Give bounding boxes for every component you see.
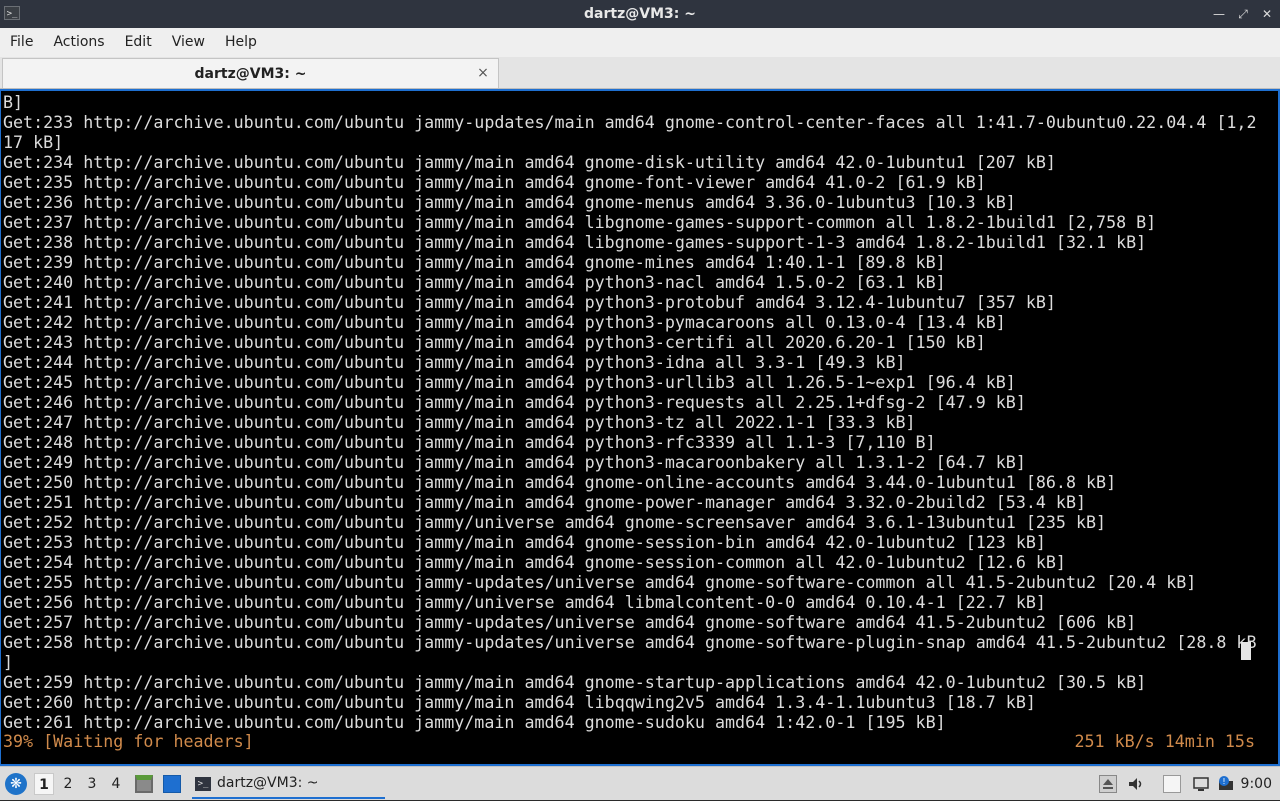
taskbar-terminal-button[interactable]: >_ dartz@VM3: ~ [192, 771, 385, 799]
terminal-line: Get:260 http://archive.ubuntu.com/ubuntu… [3, 693, 1036, 712]
workspace-3[interactable]: 3 [82, 773, 102, 795]
terminal-line: Get:248 http://archive.ubuntu.com/ubuntu… [3, 433, 936, 452]
clock[interactable]: 9:00 [1241, 767, 1272, 801]
close-icon[interactable]: ✕ [1260, 7, 1274, 21]
volume-icon[interactable] [1127, 775, 1145, 793]
terminal-line: Get:261 http://archive.ubuntu.com/ubuntu… [3, 713, 946, 732]
menu-actions[interactable]: Actions [43, 28, 114, 57]
network-icon[interactable] [1192, 775, 1210, 793]
terminal-line: Get:240 http://archive.ubuntu.com/ubuntu… [3, 273, 946, 292]
terminal-output[interactable]: B] Get:233 http://archive.ubuntu.com/ubun… [0, 89, 1280, 766]
terminal-line: Get:237 http://archive.ubuntu.com/ubuntu… [3, 213, 1157, 232]
terminal-lines: B] Get:233 http://archive.ubuntu.com/ubun… [3, 93, 1257, 733]
terminal-line: ] [3, 653, 14, 672]
terminal-line: Get:246 http://archive.ubuntu.com/ubuntu… [3, 393, 1026, 412]
menu-view[interactable]: View [162, 28, 215, 57]
start-menu-icon[interactable]: ❋ [5, 773, 27, 795]
workspace-1[interactable]: 1 [34, 773, 54, 795]
tab-label: dartz@VM3: ~ [194, 66, 307, 82]
tab-strip: dartz@VM3: ~ × [0, 57, 1280, 89]
terminal-line: Get:249 http://archive.ubuntu.com/ubuntu… [3, 453, 1026, 472]
terminal-line: Get:242 http://archive.ubuntu.com/ubuntu… [3, 313, 1006, 332]
terminal-line: Get:241 http://archive.ubuntu.com/ubuntu… [3, 293, 1056, 312]
terminal-line: Get:236 http://archive.ubuntu.com/ubuntu… [3, 193, 1016, 212]
terminal-line: Get:245 http://archive.ubuntu.com/ubuntu… [3, 373, 1016, 392]
terminal-line: Get:253 http://archive.ubuntu.com/ubuntu… [3, 533, 1046, 552]
terminal-line: Get:239 http://archive.ubuntu.com/ubuntu… [3, 253, 946, 272]
menu-bar: File Actions Edit View Help [0, 28, 1280, 57]
apt-progress-line: 39% [Waiting for headers] 251 kB/s 14min… [3, 732, 1255, 752]
menu-edit[interactable]: Edit [115, 28, 162, 57]
terminal-line: Get:259 http://archive.ubuntu.com/ubuntu… [3, 673, 1147, 692]
file-manager-icon[interactable] [135, 775, 153, 793]
show-desktop-icon[interactable] [163, 775, 181, 793]
terminal-line: Get:258 http://archive.ubuntu.com/ubuntu… [3, 633, 1257, 652]
tab-close-icon[interactable]: × [476, 65, 490, 81]
terminal-line: Get:247 http://archive.ubuntu.com/ubuntu… [3, 413, 916, 432]
progress-status: 39% [Waiting for headers] [3, 732, 254, 751]
download-speed: 251 kB/s 14min 15s [1074, 732, 1255, 751]
svg-text:!: ! [1222, 777, 1225, 786]
maximize-icon[interactable]: ⤢ [1236, 7, 1250, 21]
menu-help[interactable]: Help [215, 28, 267, 57]
terminal-line: Get:254 http://archive.ubuntu.com/ubuntu… [3, 553, 1066, 572]
clipboard-icon[interactable] [1163, 775, 1181, 793]
terminal-line: Get:235 http://archive.ubuntu.com/ubuntu… [3, 173, 986, 192]
terminal-line: Get:252 http://archive.ubuntu.com/ubuntu… [3, 513, 1107, 532]
workspace-4[interactable]: 4 [106, 773, 126, 795]
terminal-line: Get:243 http://archive.ubuntu.com/ubuntu… [3, 333, 986, 352]
terminal-line: Get:256 http://archive.ubuntu.com/ubuntu… [3, 593, 1046, 612]
eject-icon[interactable] [1099, 775, 1117, 793]
minimize-icon[interactable]: — [1212, 7, 1226, 21]
window-titlebar[interactable]: >_ dartz@VM3: ~ — ⤢ ✕ [0, 0, 1280, 28]
terminal-line: Get:244 http://archive.ubuntu.com/ubuntu… [3, 353, 906, 372]
menu-file[interactable]: File [0, 28, 43, 57]
terminal-line: Get:250 http://archive.ubuntu.com/ubuntu… [3, 473, 1117, 492]
terminal-line: 17 kB] [3, 133, 64, 152]
terminal-line: Get:257 http://archive.ubuntu.com/ubuntu… [3, 613, 1137, 632]
terminal-task-icon: >_ [195, 777, 211, 791]
window-title: dartz@VM3: ~ [584, 6, 696, 22]
workspace-2[interactable]: 2 [58, 773, 78, 795]
terminal-line: Get:251 http://archive.ubuntu.com/ubuntu… [3, 493, 1087, 512]
notification-icon[interactable]: ! [1217, 775, 1235, 793]
terminal-line: Get:234 http://archive.ubuntu.com/ubuntu… [3, 153, 1056, 172]
taskbar: ❋ 1 2 3 4 >_ dartz@VM3: ~ ! 9:00 [0, 766, 1280, 800]
window-controls: — ⤢ ✕ [1212, 0, 1274, 28]
taskbar-terminal-label: dartz@VM3: ~ [217, 775, 319, 791]
text-cursor [1241, 642, 1251, 660]
terminal-line: Get:255 http://archive.ubuntu.com/ubuntu… [3, 573, 1197, 592]
terminal-line: Get:238 http://archive.ubuntu.com/ubuntu… [3, 233, 1147, 252]
terminal-line: B] [3, 93, 24, 112]
tab-terminal[interactable]: dartz@VM3: ~ × [2, 58, 499, 88]
terminal-line: Get:233 http://archive.ubuntu.com/ubuntu… [3, 113, 1257, 132]
